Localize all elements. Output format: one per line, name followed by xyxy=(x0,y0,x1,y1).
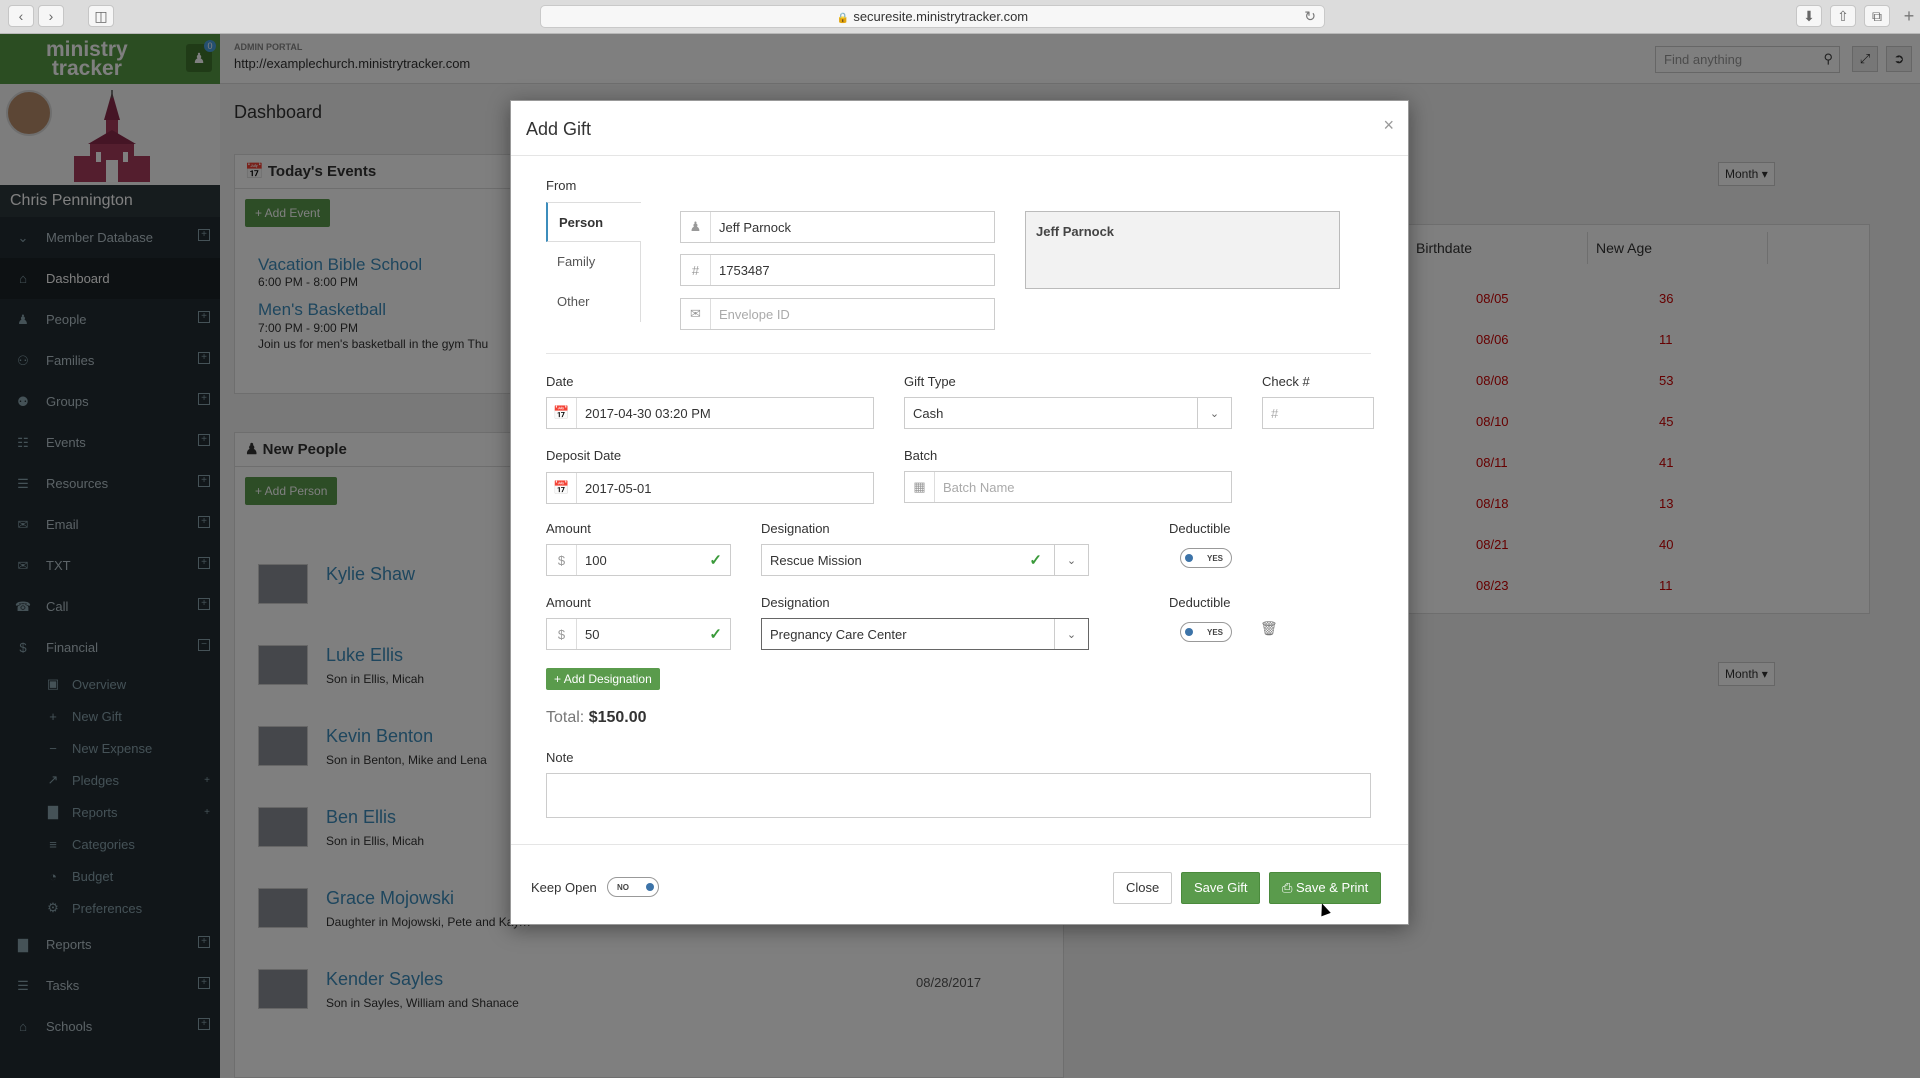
deposit-date-value: 2017-05-01 xyxy=(585,480,652,496)
chevron-down-icon[interactable]: ⌄ xyxy=(1054,619,1088,649)
save-print-label: Save & Print xyxy=(1296,880,1369,895)
keep-open-toggle[interactable]: NO xyxy=(607,877,659,897)
check-number-field[interactable]: # xyxy=(1262,397,1374,429)
add-designation-button[interactable]: + Add Designation xyxy=(546,668,660,690)
note-field[interactable] xyxy=(546,773,1371,818)
total-label: Total: xyxy=(546,709,585,726)
person-icon: ♟ xyxy=(681,212,711,242)
chevron-down-icon[interactable]: ⌄ xyxy=(1054,545,1088,575)
calendar-icon: 📅 xyxy=(547,473,577,503)
amount-value: 100 xyxy=(585,552,607,568)
total: Total: $150.00 xyxy=(546,709,647,727)
designation-select[interactable]: Pregnancy Care Center ⌄ xyxy=(761,618,1089,650)
selected-person-card: Jeff Parnock xyxy=(1025,211,1340,289)
amount-field[interactable]: $50 ✓ xyxy=(546,618,731,650)
batch-placeholder: Batch Name xyxy=(943,479,1015,495)
dollar-icon: $ xyxy=(547,545,577,575)
download-icon[interactable]: ⬇ xyxy=(1796,5,1822,27)
check-icon: ✓ xyxy=(1029,552,1042,569)
person-name-value: Jeff Parnock xyxy=(719,219,792,235)
forward-icon[interactable]: › xyxy=(38,5,64,27)
envelope-id-field[interactable]: ✉ Envelope ID xyxy=(680,298,995,330)
designation-value: Pregnancy Care Center xyxy=(770,626,907,642)
designation-label: Designation xyxy=(761,521,830,536)
deductible-toggle[interactable]: YES xyxy=(1180,548,1232,568)
designation-label: Designation xyxy=(761,595,830,610)
print-icon: ⎙ xyxy=(1282,880,1297,895)
total-value: $150.00 xyxy=(588,709,647,726)
app: ministrytracker ♟0 Chris Pennington ⌄Mem… xyxy=(0,34,1920,1078)
plus-icon: + xyxy=(554,672,564,686)
modal-title: Add Gift xyxy=(511,101,1408,156)
address-bar[interactable]: 🔒 securesite.ministrytracker.com ↻ xyxy=(540,5,1325,28)
hash-icon: # xyxy=(681,255,711,285)
batch-label: Batch xyxy=(904,448,938,463)
from-label: From xyxy=(546,178,577,193)
person-name-field[interactable]: ♟ Jeff Parnock xyxy=(680,211,995,243)
trash-icon[interactable]: 🗑 xyxy=(1260,620,1278,637)
add-designation-label: Add Designation xyxy=(563,672,652,686)
check-placeholder: # xyxy=(1271,405,1279,421)
check-label: Check # xyxy=(1262,374,1310,389)
date-field[interactable]: 📅 2017-04-30 03:20 PM xyxy=(546,397,874,429)
envelope-icon: ✉ xyxy=(681,299,711,329)
date-label: Date xyxy=(546,374,574,389)
amount-label: Amount xyxy=(546,521,591,536)
envelope-placeholder: Envelope ID xyxy=(719,306,790,322)
reload-icon[interactable]: ↻ xyxy=(1304,6,1316,27)
save-print-button[interactable]: ⎙ Save & Print xyxy=(1269,872,1382,904)
amount-field[interactable]: $100 ✓ xyxy=(546,544,731,576)
new-tab-icon[interactable]: + xyxy=(1898,6,1920,28)
date-value: 2017-04-30 03:20 PM xyxy=(585,405,711,421)
amount-label: Amount xyxy=(546,595,591,610)
back-icon[interactable]: ‹ xyxy=(8,5,34,27)
toggle-knob xyxy=(646,883,654,891)
browser-chrome: ‹ › ◫ 🔒 securesite.ministrytracker.com ↻ … xyxy=(0,0,1920,34)
batch-field[interactable]: ▦ Batch Name xyxy=(904,471,1232,503)
close-button[interactable]: Close xyxy=(1113,872,1173,904)
deductible-label: Deductible xyxy=(1169,521,1231,536)
tab-other[interactable]: Other xyxy=(546,282,641,322)
keep-open-value: NO xyxy=(617,883,629,892)
tab-person[interactable]: Person xyxy=(546,202,641,242)
dollar-icon: $ xyxy=(547,619,577,649)
gift-type-select[interactable]: Cash ⌄ xyxy=(904,397,1232,429)
lock-icon: 🔒 xyxy=(836,13,850,24)
note-label: Note xyxy=(546,750,574,765)
toggle-knob xyxy=(1185,554,1193,562)
calendar-icon: 📅 xyxy=(547,398,577,428)
share-icon[interactable]: ⇧ xyxy=(1830,5,1856,27)
person-id-field[interactable]: #1753487 xyxy=(680,254,995,286)
tabs-icon[interactable]: ⧉ xyxy=(1864,5,1890,27)
designation-select[interactable]: Rescue Mission ✓ ⌄ xyxy=(761,544,1089,576)
gift-type-value: Cash xyxy=(913,405,944,421)
deductible-toggle[interactable]: YES xyxy=(1180,622,1232,642)
divider xyxy=(546,353,1371,354)
gift-type-label: Gift Type xyxy=(904,374,956,389)
check-icon: ✓ xyxy=(709,626,722,643)
deposit-date-label: Deposit Date xyxy=(546,448,622,463)
deductible-value: YES xyxy=(1207,554,1224,563)
add-gift-modal: Add Gift × From Person Family Other ♟ Jef… xyxy=(510,100,1409,925)
chevron-down-icon[interactable]: ⌄ xyxy=(1197,398,1231,428)
check-icon: ✓ xyxy=(709,552,722,569)
sidebar-toggle-icon[interactable]: ◫ xyxy=(88,5,114,27)
address-url: securesite.ministrytracker.com xyxy=(853,9,1029,24)
keep-open-label: Keep Open xyxy=(531,880,597,895)
designation-value: Rescue Mission xyxy=(770,552,862,568)
toggle-knob xyxy=(1185,628,1193,636)
person-id-value: 1753487 xyxy=(719,262,770,278)
deductible-value: YES xyxy=(1207,628,1224,637)
deposit-date-field[interactable]: 📅 2017-05-01 xyxy=(546,472,874,504)
batch-icon: ▦ xyxy=(905,472,935,502)
from-tabs: Person Family Other xyxy=(546,202,641,322)
deductible-label: Deductible xyxy=(1169,595,1231,610)
tab-family[interactable]: Family xyxy=(546,242,641,282)
amount-value: 50 xyxy=(585,626,600,642)
close-icon[interactable]: × xyxy=(1383,115,1394,136)
save-gift-button[interactable]: Save Gift xyxy=(1181,872,1261,904)
